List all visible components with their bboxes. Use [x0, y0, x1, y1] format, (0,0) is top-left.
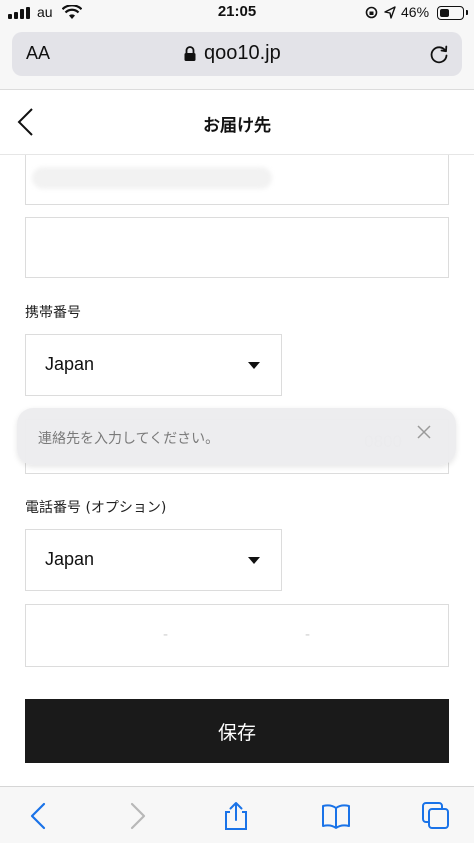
battery-percentage: 46% [401, 4, 430, 20]
save-button[interactable]: 保存 [25, 699, 449, 763]
back-icon[interactable] [24, 801, 54, 831]
reload-icon[interactable] [428, 43, 450, 65]
mobile-number-label: 携帯番号 [25, 305, 81, 321]
close-icon[interactable] [417, 425, 431, 439]
location-arrow-icon [384, 6, 396, 19]
phone-separator: - [305, 627, 311, 643]
phone-country-select[interactable]: Japan [25, 529, 282, 591]
url-text[interactable]: qoo10.jp [204, 42, 281, 65]
forward-icon [130, 802, 146, 830]
browser-address-area: AA qoo10.jp [0, 26, 474, 90]
orientation-lock-icon [365, 6, 378, 19]
phone-number-label: 電話番号 (オプション) [25, 500, 167, 516]
phone-separator: - [163, 627, 169, 643]
validation-toast: 連絡先を入力してください。 [17, 408, 456, 465]
battery-icon [437, 6, 468, 20]
text-size-button[interactable]: AA [26, 43, 50, 64]
phone-number-input[interactable]: - - [25, 604, 449, 667]
bookmarks-icon[interactable] [321, 801, 351, 831]
mobile-country-value: Japan [45, 354, 95, 374]
browser-toolbar [0, 786, 474, 843]
share-icon[interactable] [221, 801, 251, 831]
address-field[interactable] [25, 155, 449, 205]
dropdown-arrow-icon [248, 362, 260, 369]
toast-message: 連絡先を入力してください。 [38, 431, 220, 447]
battery-level-fill [440, 9, 449, 17]
address-detail-field[interactable] [25, 217, 449, 278]
lock-icon [184, 46, 196, 61]
address-bar[interactable]: AA qoo10.jp [12, 32, 462, 76]
page-header: お届け先 [0, 91, 474, 155]
status-bar: au 21:05 46% [0, 0, 474, 26]
dropdown-arrow-icon [248, 557, 260, 564]
mobile-country-select[interactable]: Japan [25, 334, 282, 396]
tabs-icon[interactable] [421, 801, 451, 831]
page-title: お届け先 [203, 116, 271, 136]
phone-country-value: Japan [45, 549, 95, 569]
redacted-text [32, 167, 272, 189]
